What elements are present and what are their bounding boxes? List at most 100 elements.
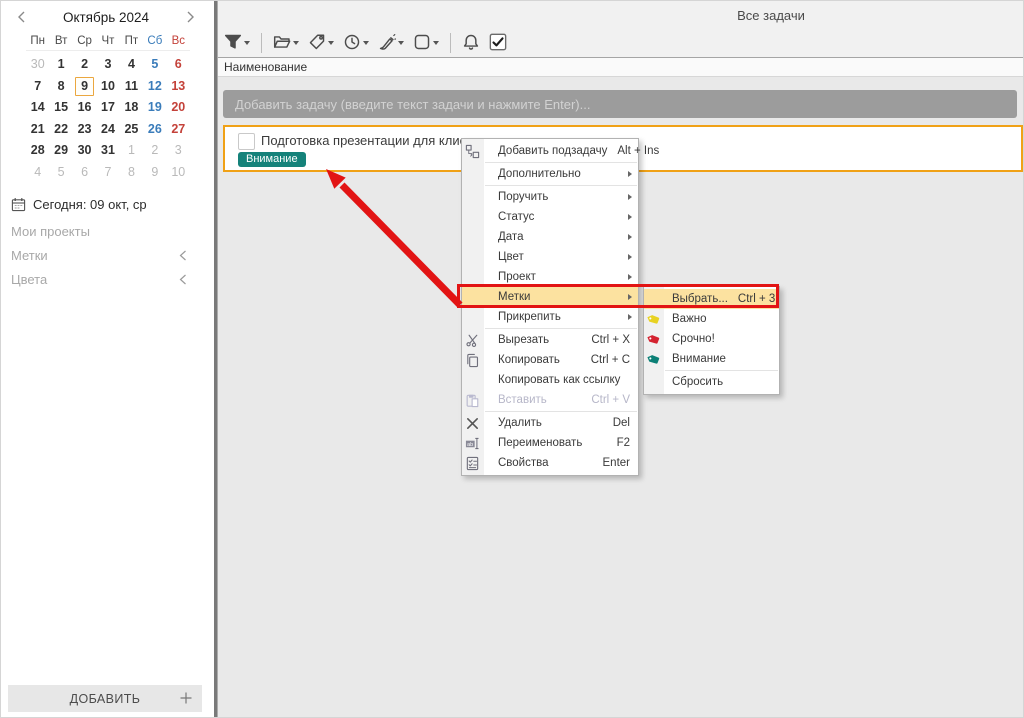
calendar-weekday: Пн (26, 35, 49, 47)
add-button[interactable]: ДОБАВИТЬ (8, 685, 202, 712)
menu-item-add-subtask[interactable]: Добавить подзадачуAlt + Ins (462, 141, 638, 161)
submenu-arrow-icon (628, 274, 632, 280)
submenu-item-attention[interactable]: Внимание (644, 349, 779, 369)
sidebar-item-labels[interactable]: Метки (11, 246, 187, 264)
calendar-day[interactable]: 26 (143, 119, 166, 141)
menu-item-properties[interactable]: СвойстваEnter (462, 453, 638, 473)
dropdown-caret-icon (433, 41, 439, 45)
menu-item-attach[interactable]: Прикрепить (462, 307, 638, 327)
menu-item-label: Переименовать (498, 437, 607, 449)
menu-item-color[interactable]: Цвет (462, 247, 638, 267)
column-header-name[interactable]: Наименование (218, 57, 1023, 77)
calendar-day[interactable]: 5 (49, 162, 72, 184)
menu-item-paste[interactable]: ВставитьCtrl + V (462, 390, 638, 410)
calendar-day[interactable]: 4 (120, 54, 143, 76)
calendar-day[interactable]: 27 (167, 119, 190, 141)
shape-button[interactable] (413, 33, 439, 53)
calendar-day[interactable]: 14 (26, 97, 49, 119)
menu-item-status[interactable]: Статус (462, 207, 638, 227)
svg-text:ab: ab (467, 441, 473, 447)
task-checkbox[interactable] (238, 133, 255, 150)
menu-item-label: Вставить (498, 394, 581, 406)
calendar-day[interactable]: 24 (96, 119, 119, 141)
calendar-day[interactable]: 10 (96, 76, 119, 98)
submenu-item-important[interactable]: Важно (644, 309, 779, 329)
calendar-day[interactable]: 18 (120, 97, 143, 119)
sidebar-item-colors[interactable]: Цвета (11, 270, 187, 288)
calendar-grid: 3012345678910111213141516171819202122232… (26, 54, 190, 183)
calendar-day[interactable]: 8 (120, 162, 143, 184)
calendar-day-today[interactable]: 9 (75, 77, 93, 96)
calendar-day[interactable]: 30 (73, 140, 96, 162)
calendar-day[interactable]: 13 (167, 76, 190, 98)
calendar-day[interactable]: 12 (143, 76, 166, 98)
calendar-day[interactable]: 28 (26, 140, 49, 162)
calendar-prev-button[interactable] (11, 8, 31, 26)
delete-icon (465, 416, 480, 431)
bell-button[interactable] (462, 33, 480, 53)
menu-item-label: Копировать (498, 354, 581, 366)
menu-item-more[interactable]: Дополнительно (462, 164, 638, 184)
calendar-day[interactable]: 1 (49, 54, 72, 76)
menu-item-delete[interactable]: УдалитьDel (462, 413, 638, 433)
calendar-day[interactable]: 6 (73, 162, 96, 184)
calendar-day[interactable]: 25 (120, 119, 143, 141)
clock-button[interactable] (343, 33, 369, 53)
calendar-day[interactable]: 5 (143, 54, 166, 76)
calendar-day[interactable]: 31 (96, 140, 119, 162)
calendar-day[interactable]: 29 (49, 140, 72, 162)
calendar-day[interactable]: 23 (73, 119, 96, 141)
menu-item-copy-as-link[interactable]: Копировать как ссылку (462, 370, 638, 390)
filter-button[interactable] (224, 33, 250, 53)
calendar-day[interactable]: 2 (143, 140, 166, 162)
calendar-day[interactable]: 8 (49, 76, 72, 98)
menu-item-cut[interactable]: ВырезатьCtrl + X (462, 330, 638, 350)
submenu-item-urgent[interactable]: Срочно! (644, 329, 779, 349)
add-task-input[interactable] (223, 90, 1017, 118)
calendar-day[interactable]: 16 (73, 97, 96, 119)
menu-item-copy[interactable]: КопироватьCtrl + C (462, 350, 638, 370)
calendar-day[interactable]: 6 (167, 54, 190, 76)
calendar-day[interactable]: 17 (96, 97, 119, 119)
calendar-day[interactable]: 20 (167, 97, 190, 119)
calendar-day[interactable]: 3 (167, 140, 190, 162)
calendar-day[interactable]: 9 (143, 162, 166, 184)
menu-item-labels[interactable]: Метки (462, 287, 638, 307)
calendar-day[interactable]: 10 (167, 162, 190, 184)
clock-icon (343, 33, 361, 51)
calendar-day[interactable]: 30 (26, 54, 49, 76)
tag-button[interactable] (308, 33, 334, 53)
calendar-day[interactable]: 1 (120, 140, 143, 162)
menu-item-label: Проект (498, 271, 630, 283)
calendar-day[interactable]: 11 (120, 76, 143, 98)
calendar-next-button[interactable] (181, 8, 201, 26)
calendar-day[interactable]: 22 (49, 119, 72, 141)
calendar-day[interactable]: 3 (96, 54, 119, 76)
calendar-day[interactable]: 21 (26, 119, 49, 141)
sidebar-item-my-projects[interactable]: Мои проекты (11, 222, 187, 240)
menu-item-label: Важно (672, 313, 771, 325)
menu-item-label: Сбросить (672, 376, 771, 388)
brush-button[interactable] (378, 33, 404, 53)
calendar-day[interactable]: 4 (26, 162, 49, 184)
calendar-day[interactable]: 15 (49, 97, 72, 119)
submenu-item-choose[interactable]: Выбрать...Ctrl + 3 (644, 289, 779, 309)
submenu-arrow-icon (628, 314, 632, 320)
submenu-item-reset[interactable]: Сбросить (644, 372, 779, 392)
folder-button[interactable] (273, 33, 299, 53)
properties-icon (465, 456, 480, 471)
calendar-day[interactable]: 7 (96, 162, 119, 184)
menu-item-rename[interactable]: abПереименоватьF2 (462, 433, 638, 453)
sidebar-item-today[interactable]: Сегодня: 09 окт, ср (11, 197, 147, 212)
calendar-day[interactable]: 7 (26, 76, 49, 98)
menu-item-label: Метки (498, 291, 630, 303)
calendar-day[interactable]: 19 (143, 97, 166, 119)
menu-item-assign[interactable]: Поручить (462, 187, 638, 207)
checkbox-button[interactable] (489, 33, 507, 53)
scissors-icon (465, 333, 480, 348)
calendar-day[interactable]: 2 (73, 54, 96, 76)
menu-item-project[interactable]: Проект (462, 267, 638, 287)
menu-item-date[interactable]: Дата (462, 227, 638, 247)
brush-icon (378, 33, 396, 51)
task-label-badge[interactable]: Внимание (238, 152, 306, 167)
